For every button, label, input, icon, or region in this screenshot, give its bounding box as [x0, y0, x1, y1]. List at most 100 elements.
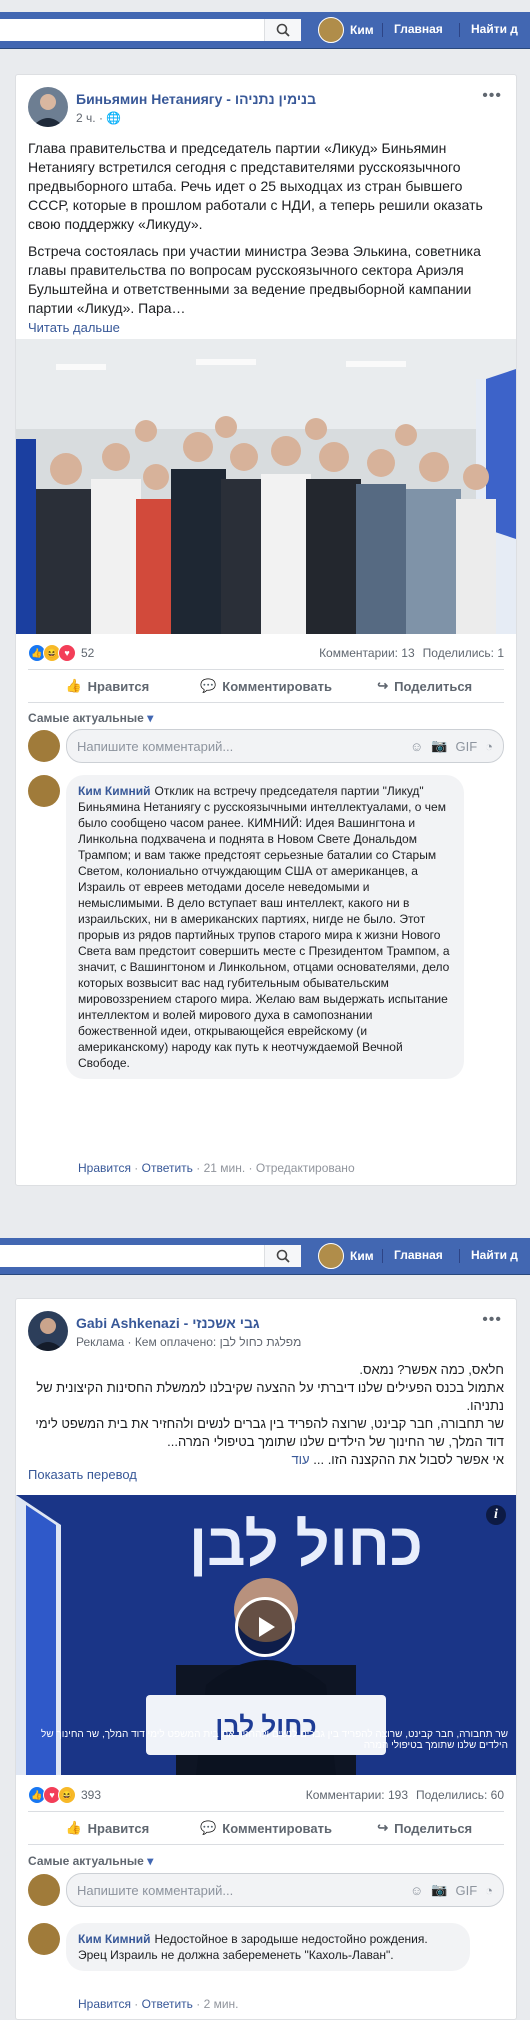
thumbs-up-icon: 👍: [65, 678, 82, 693]
video-player[interactable]: כחול לבן כחול לבן i שר תחבורה, חבר קבינט…: [16, 1495, 516, 1775]
profile-name: Ким: [350, 23, 374, 37]
comment-reply-link[interactable]: Ответить: [142, 1161, 193, 1175]
shares-count[interactable]: Поделились: 60: [416, 1788, 504, 1802]
post-meta: Реклама · Кем оплачено: מפלגת כחול לבן: [76, 1335, 302, 1349]
comment-placeholder: Напишите комментарий...: [77, 738, 234, 754]
post-header: Gabi Ashkenazi - גבי אשכנזי Реклама · Ке…: [28, 1311, 301, 1351]
author-avatar[interactable]: [28, 1311, 68, 1351]
share-icon: ↪: [377, 1820, 389, 1835]
haha-reaction-icon[interactable]: 😆: [58, 1786, 76, 1804]
paid-by-label: Кем оплачено:: [134, 1335, 217, 1349]
show-translation-link[interactable]: Показать перевод: [28, 1467, 137, 1482]
like-button[interactable]: 👍 Нравится: [28, 670, 187, 702]
search-input[interactable]: [0, 19, 300, 41]
sticker-icon[interactable]: ◔: [485, 1883, 493, 1898]
comment-like-link[interactable]: Нравится: [78, 1161, 131, 1175]
avatar: [318, 17, 344, 43]
more-options-icon[interactable]: •••: [482, 1311, 502, 1329]
comment-like-link[interactable]: Нравится: [78, 1997, 131, 2011]
search-input[interactable]: [0, 1245, 300, 1267]
search-button[interactable]: [264, 1245, 301, 1267]
comments-count[interactable]: Комментарии: 13: [319, 646, 415, 660]
post-meta: 2 ч. · 🌐: [76, 111, 316, 125]
post-photo[interactable]: [16, 339, 516, 634]
chevron-down-icon: ▾: [147, 711, 154, 725]
emoji-icon[interactable]: ☺: [410, 739, 423, 754]
comment-time[interactable]: 2 мин.: [204, 1997, 239, 2011]
paid-by-party[interactable]: מפלגת כחול לבן: [220, 1335, 302, 1349]
gif-icon[interactable]: GIF: [455, 739, 477, 754]
post-paragraph: Встреча состоялась при участии министра …: [28, 243, 481, 316]
shares-count[interactable]: Поделились: 1: [423, 646, 504, 660]
sort-label: Самые актуальные: [28, 711, 144, 725]
thumbs-up-icon: 👍: [65, 1820, 82, 1835]
search-button[interactable]: [264, 19, 301, 41]
comment-time[interactable]: 21 мин.: [204, 1161, 246, 1175]
comment-button[interactable]: 💬 Комментировать: [187, 1812, 346, 1844]
emoji-icon[interactable]: ☺: [410, 1883, 423, 1898]
video-caption: שר תחבורה, חבר קבינט, שרוצה להפריד בין ג…: [41, 1729, 508, 1751]
share-button[interactable]: ↪ Поделиться: [345, 670, 504, 702]
profile-name: Ким: [350, 1249, 374, 1263]
comment-input[interactable]: Напишите комментарий... ☺ 📷 GIF ◔: [66, 729, 504, 763]
comments-count[interactable]: Комментарии: 193: [306, 1788, 408, 1802]
comment-button[interactable]: 💬 Комментировать: [187, 670, 346, 702]
post-text: Глава правительства и председатель парти…: [28, 139, 504, 337]
play-button[interactable]: [235, 1597, 295, 1657]
post-card: Биньямин Нетаниягу - בנימין נתניהו 2 ч. …: [15, 74, 517, 1186]
gif-icon[interactable]: GIF: [455, 1883, 477, 1898]
comment-item: Ким Кимний Отклик на встречу председателя…: [28, 775, 504, 1079]
commenter-avatar[interactable]: [28, 775, 60, 807]
sponsored-post-card: Gabi Ashkenazi - גבי אשכנזי Реклама · Ке…: [15, 1298, 517, 2020]
svg-text:כחול לבן: כחול לבן: [189, 1511, 423, 1578]
read-more-link[interactable]: Читать дальше: [28, 318, 504, 337]
comment-author[interactable]: Ким Кимний: [78, 1932, 151, 1946]
post-paragraph: Глава правительства и председатель парти…: [28, 140, 483, 232]
commenter-avatar[interactable]: [28, 1923, 60, 1955]
post-stats: 👍 ♥ 😆 393 Комментарии: 193 Поделились: 6…: [28, 1785, 504, 1805]
camera-icon[interactable]: 📷: [431, 738, 447, 754]
author-name[interactable]: Биньямин Нетаниягу - בנימין נתניהו: [76, 91, 316, 107]
sticker-icon[interactable]: ◔: [485, 739, 493, 754]
comment-sort-dropdown[interactable]: Самые актуальные ▾: [28, 711, 153, 725]
comment-sort-dropdown[interactable]: Самые актуальные ▾: [28, 1854, 153, 1868]
like-button[interactable]: 👍 Нравится: [28, 1812, 187, 1844]
comment-icon: 💬: [200, 1820, 217, 1835]
camera-icon[interactable]: 📷: [431, 1882, 447, 1898]
nav-find-friends[interactable]: Найти д: [471, 22, 518, 36]
like-label: Нравится: [87, 678, 150, 694]
more-options-icon[interactable]: •••: [482, 87, 502, 105]
nav-home[interactable]: Главная: [394, 22, 443, 36]
comment-icon: 💬: [200, 678, 217, 693]
sort-label: Самые актуальные: [28, 1854, 144, 1868]
reactions-count[interactable]: 52: [81, 646, 94, 660]
author-avatar[interactable]: [28, 87, 68, 127]
comment-edited[interactable]: Отредактировано: [256, 1161, 355, 1175]
info-icon[interactable]: i: [486, 1505, 506, 1525]
post-actions: 👍 Нравится 💬 Комментировать ↪ Поделиться: [28, 1811, 504, 1845]
love-reaction-icon[interactable]: ♥: [58, 644, 76, 662]
reactions-count[interactable]: 393: [81, 1788, 101, 1802]
group-photo: [16, 339, 516, 634]
comment-author[interactable]: Ким Кимний: [78, 784, 151, 798]
comment-meta: Нравится · Ответить · 2 мин.: [78, 1997, 239, 2011]
comment-meta: Нравится · Ответить · 21 мин. · Отредакт…: [78, 1161, 355, 1175]
post-line: אתמול בכנס הפעילים שלנו דיברתי על ההצעה …: [36, 1380, 504, 1413]
comment-placeholder: Напишите комментарий...: [77, 1882, 234, 1898]
sponsored-label[interactable]: Реклама: [76, 1335, 124, 1349]
post-time[interactable]: 2 ч.: [76, 111, 96, 125]
share-button[interactable]: ↪ Поделиться: [345, 1812, 504, 1844]
chevron-down-icon: ▾: [147, 1854, 154, 1868]
profile-link[interactable]: Ким: [318, 16, 374, 44]
comment-reply-link[interactable]: Ответить: [142, 1997, 193, 2011]
nav-home[interactable]: Главная: [394, 1248, 443, 1262]
share-label: Поделиться: [394, 678, 473, 694]
divider: [459, 1249, 460, 1263]
nav-find-friends[interactable]: Найти д: [471, 1248, 518, 1262]
see-more-link[interactable]: עוד: [291, 1452, 309, 1467]
author-name[interactable]: Gabi Ashkenazi - גבי אשכנזי: [76, 1315, 301, 1331]
profile-link[interactable]: Ким: [318, 1242, 374, 1270]
globe-icon: · 🌐: [98, 111, 122, 125]
top-navigation-bar: Ким Главная Найти д: [0, 12, 530, 49]
comment-input[interactable]: Напишите комментарий... ☺ 📷 GIF ◔: [66, 1873, 504, 1907]
